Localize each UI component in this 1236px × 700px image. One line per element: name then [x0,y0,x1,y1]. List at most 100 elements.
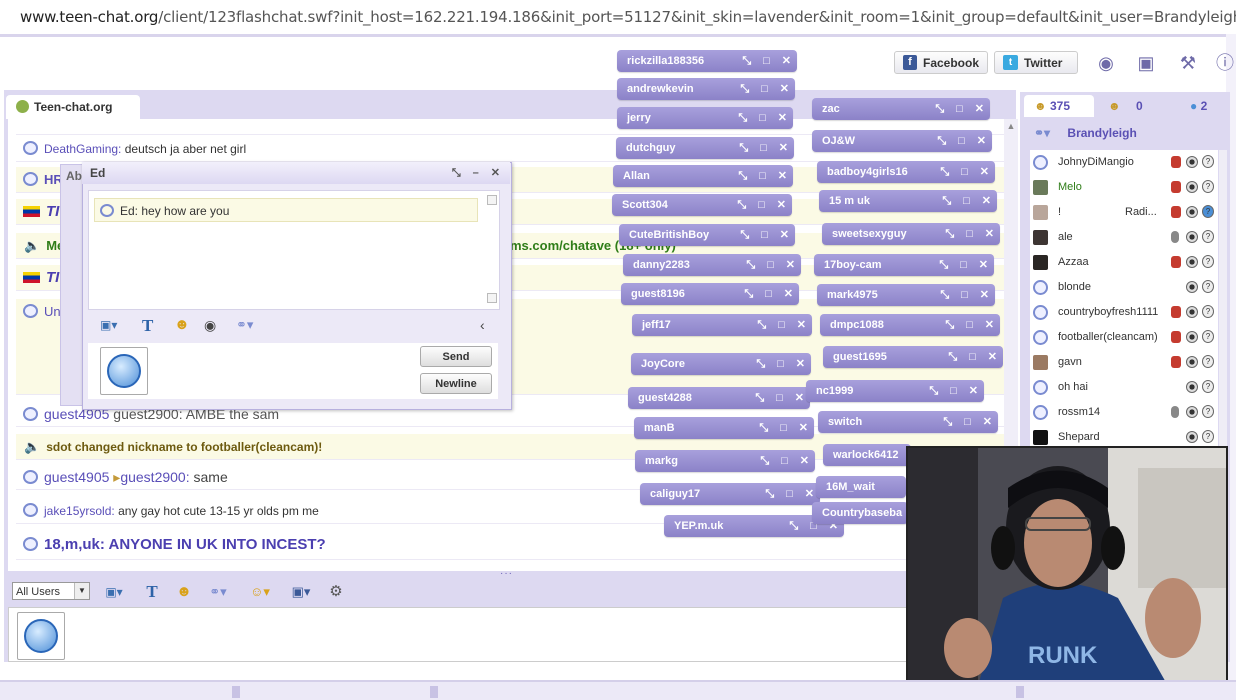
pm-window[interactable]: switch ⤡ □ ✕ [818,411,998,433]
expand-icon[interactable]: ⤡ [929,380,938,402]
webcam-icon[interactable] [1171,356,1181,368]
view-icon[interactable] [1186,306,1198,318]
font-size-icon[interactable]: ▣▾ [100,318,117,332]
avatar-style-icon[interactable]: ☺▾ [247,583,273,601]
expand-icon[interactable]: ⤡ [738,107,747,129]
profile-icon[interactable]: ? [1202,430,1214,443]
close-icon[interactable]: ✕ [969,380,978,402]
restore-icon[interactable]: □ [763,50,770,72]
expand-icon[interactable]: ⤡ [452,162,461,184]
splitter-handle[interactable] [1016,686,1024,698]
close-icon[interactable]: ✕ [778,165,787,187]
close-icon[interactable]: ✕ [805,483,814,505]
message-user[interactable]: 18,m,uk: [44,536,105,553]
wrench-icon[interactable]: ⚒ [1177,52,1199,74]
view-icon[interactable] [1186,156,1198,168]
emoticon-icon[interactable]: ☻ [174,583,194,601]
close-icon[interactable]: ✕ [784,283,793,305]
chat-input-area[interactable] [8,607,908,662]
expand-icon[interactable]: ⤡ [739,137,748,159]
pm-window[interactable]: nc1999 ⤡ □ ✕ [806,380,984,402]
my-avatar[interactable] [100,347,148,395]
profile-icon[interactable]: ? [1202,255,1214,268]
scroll-up-icon[interactable]: ▲ [1005,119,1017,133]
expand-icon[interactable]: ⤡ [740,224,749,246]
expand-icon[interactable]: ⤡ [943,411,952,433]
profile-icon[interactable]: ? [1202,305,1214,318]
splitter-handle[interactable] [232,686,240,698]
pm-window[interactable]: 15 m uk ⤡ □ ✕ [819,190,997,212]
list-item[interactable]: rossm14? [1030,400,1218,425]
close-icon[interactable]: ✕ [975,98,984,120]
expand-icon[interactable]: ⤡ [737,194,746,216]
restore-icon[interactable]: □ [786,483,793,505]
expand-icon[interactable]: ⤡ [937,130,946,152]
tab-messages[interactable]: ● 2 [1190,95,1230,117]
tab-rooms[interactable]: ☻ 0 [1108,95,1168,117]
profile-icon[interactable]: ? [1202,230,1214,243]
webcam-icon[interactable] [1171,156,1181,168]
expand-icon[interactable]: ⤡ [740,78,749,100]
pm-window[interactable]: guest1695 ⤡ □ ✕ [823,346,1003,368]
expand-icon[interactable]: ⤡ [760,450,769,472]
status-bubble-icon[interactable]: ⚭▾ [1034,126,1050,140]
list-item[interactable]: Melo? [1030,175,1218,200]
facebook-share-icon[interactable]: ▣▾ [288,583,314,601]
restore-icon[interactable]: □ [960,254,967,276]
close-icon[interactable]: ✕ [797,314,806,336]
view-icon[interactable] [1186,356,1198,368]
webcam-video[interactable]: RUNK [906,446,1228,688]
close-icon[interactable]: ✕ [491,162,500,184]
list-item[interactable]: ! Radi...? [1030,200,1218,225]
close-icon[interactable]: ✕ [777,194,786,216]
current-user[interactable]: ⚭▾ Brandyleigh [1028,119,1226,147]
restore-icon[interactable]: □ [776,387,783,409]
message-user[interactable]: TI [46,269,59,286]
restore-icon[interactable]: □ [759,165,766,187]
restore-icon[interactable]: □ [777,353,784,375]
scroll-up-button[interactable] [487,195,497,205]
facebook-button[interactable]: f Facebook [894,51,988,74]
pm-window[interactable]: zac ⤡ □ ✕ [812,98,990,120]
profile-icon[interactable]: ? [1202,380,1214,393]
pm-window[interactable]: caliguy17 ⤡ □ ✕ [640,483,820,505]
expand-icon[interactable]: ⤡ [945,223,954,245]
pm-window[interactable]: OJ&W ⤡ □ ✕ [812,130,992,152]
expand-icon[interactable]: ⤡ [757,314,766,336]
view-icon[interactable] [1186,206,1198,218]
close-icon[interactable]: ✕ [786,254,795,276]
expand-icon[interactable]: ⤡ [742,50,751,72]
webcam-icon[interactable] [1171,331,1181,343]
pm-window[interactable]: JoyCore ⤡ □ ✕ [631,353,811,375]
newline-button[interactable]: Newline [420,373,492,394]
restore-icon[interactable]: □ [761,78,768,100]
expand-icon[interactable]: ⤡ [765,483,774,505]
restore-icon[interactable]: □ [950,380,957,402]
restore-icon[interactable]: □ [969,346,976,368]
restore-icon[interactable]: □ [961,284,968,306]
pm-window[interactable]: dmpc1088 ⤡ □ ✕ [820,314,1000,336]
profile-icon[interactable]: ? [1202,205,1214,218]
settings-icon[interactable]: ⚙ [327,583,345,601]
message-user[interactable]: DeathGaming: [44,142,121,156]
chevron-down-icon[interactable]: ▼ [74,583,89,599]
pm-window[interactable]: rickzilla188356 ⤡ □ ✕ [617,50,797,72]
tab-room[interactable]: Teen-chat.org [6,95,140,119]
restore-icon[interactable]: □ [958,130,965,152]
close-icon[interactable]: ✕ [985,314,994,336]
expand-icon[interactable]: ⤡ [945,314,954,336]
close-icon[interactable]: ✕ [796,353,805,375]
expand-icon[interactable]: ⤡ [744,283,753,305]
pm-window[interactable]: guest8196 ⤡ □ ✕ [621,283,799,305]
message-user[interactable]: jake15yrsold: [44,504,115,518]
view-icon[interactable] [1186,431,1198,443]
list-item[interactable]: footballer(cleancam)? [1030,325,1218,350]
pm-window[interactable]: andrewkevin ⤡ □ ✕ [617,78,795,100]
restore-icon[interactable]: □ [956,98,963,120]
view-icon[interactable] [1186,231,1198,243]
webcam-icon[interactable] [1171,206,1181,218]
view-icon[interactable] [1186,256,1198,268]
expand-icon[interactable]: ⤡ [942,190,951,212]
list-item[interactable]: oh hai? [1030,375,1218,400]
list-item[interactable]: JohnyDiMangio? [1030,150,1218,175]
